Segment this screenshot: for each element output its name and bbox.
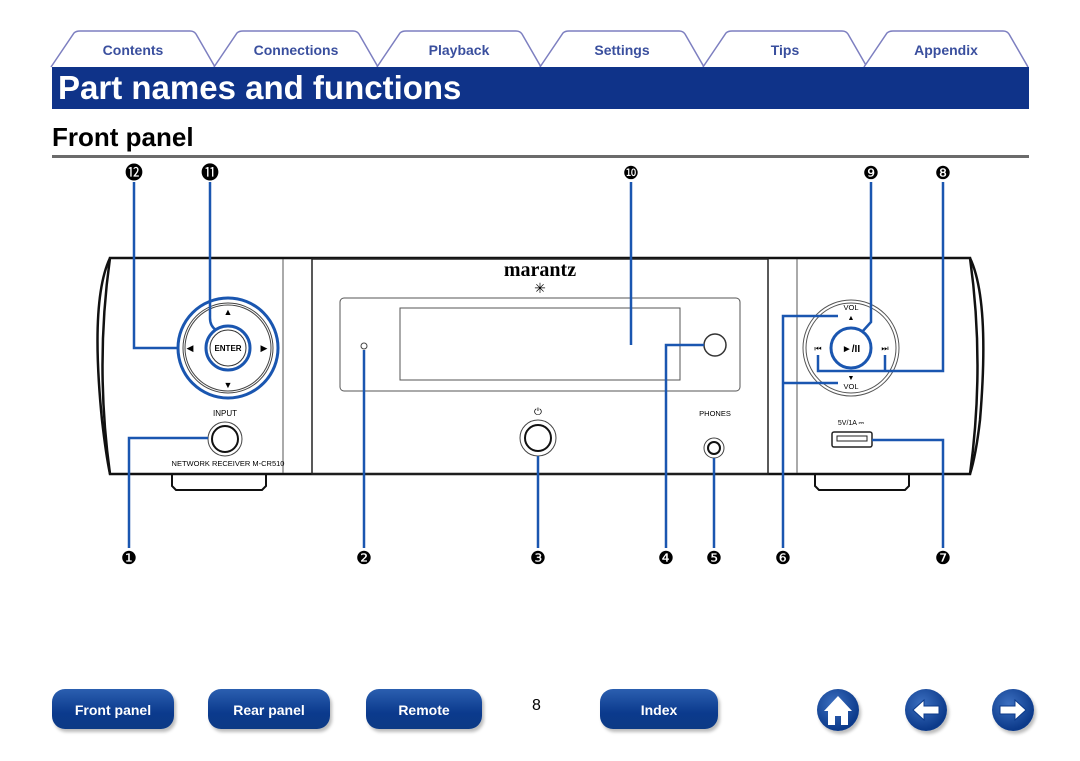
callout-8: ❽	[935, 163, 951, 183]
vol-up-icon: ▲	[848, 315, 855, 322]
callout-5: ❺	[706, 548, 722, 568]
callout-3: ❸	[530, 548, 546, 568]
playback-pad[interactable]: VOL ▲ ▼ VOL ⏮ ⏭ ►/II	[802, 299, 900, 397]
home-button[interactable]	[817, 689, 859, 731]
page-number: 8	[532, 697, 541, 714]
input-knob[interactable]	[207, 421, 243, 457]
callout-12: ⓬	[125, 163, 143, 183]
next-icon[interactable]: ⏭	[881, 344, 888, 353]
arrow-left-icon	[912, 698, 940, 722]
front-panel-diagram: marantz ✳ ▲ ▼ ◀ ▶ ENTER INPUT NETWORK RE…	[96, 163, 985, 568]
back-button[interactable]	[905, 689, 947, 731]
up-arrow-icon: ▲	[224, 307, 233, 317]
forward-button[interactable]	[992, 689, 1034, 731]
vol-down-icon: ▼	[848, 375, 855, 382]
front-panel-button[interactable]: Front panel	[52, 689, 174, 729]
display-knob	[703, 333, 727, 357]
callout-7: ❼	[935, 548, 951, 568]
enter-label: ENTER	[214, 344, 241, 353]
play-pause-label: ►/II	[842, 344, 860, 355]
input-label: INPUT	[213, 409, 237, 418]
rear-panel-button[interactable]: Rear panel	[208, 689, 330, 729]
home-icon	[824, 696, 852, 725]
model-label: NETWORK RECEIVER M-CR510	[172, 459, 285, 468]
callout-4: ❹	[658, 548, 674, 568]
previous-icon[interactable]: ⏮	[814, 344, 821, 353]
feet	[171, 474, 910, 491]
down-arrow-icon: ▼	[224, 380, 233, 390]
marantz-logo: marantz	[504, 259, 576, 281]
callout-2: ❷	[356, 548, 372, 568]
callout-10: ❿	[623, 163, 639, 183]
right-arrow-icon: ▶	[261, 343, 268, 353]
vol-up-label: VOL	[843, 303, 858, 312]
left-arrow-icon: ◀	[187, 343, 194, 353]
cursor-pad[interactable]: ▲ ▼ ◀ ▶ ENTER	[176, 296, 280, 400]
index-button[interactable]: Index	[600, 689, 718, 729]
callout-11: ⓫	[201, 163, 219, 183]
remote-button[interactable]: Remote	[366, 689, 482, 729]
callout-6: ❻	[775, 548, 791, 568]
phones-label: PHONES	[699, 409, 731, 418]
display	[399, 307, 681, 381]
power-icon: ⏻	[534, 407, 542, 418]
remote-sensor	[360, 342, 368, 350]
star-icon: ✳	[534, 280, 546, 296]
usb-port	[831, 431, 873, 448]
vol-down-label: VOL	[843, 382, 858, 391]
callout-1: ❶	[121, 548, 137, 568]
usb-label: 5V/1A ⎓	[838, 420, 865, 427]
arrow-right-icon	[999, 698, 1027, 722]
callout-9: ❾	[863, 163, 879, 183]
